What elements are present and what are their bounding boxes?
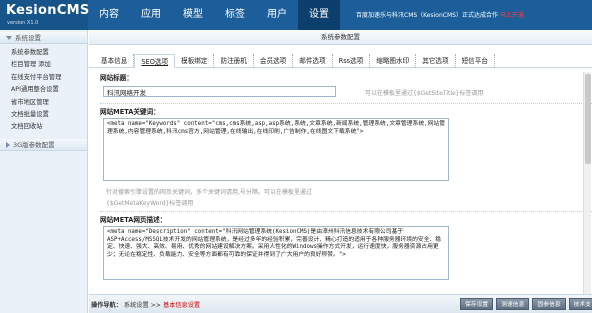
tab-other[interactable]: 其它选项 bbox=[416, 54, 456, 68]
footer-bar: 操作导航： 系统设置 >> 基本信息设置 保存设置 测速信息 固参信息 技术支 bbox=[89, 294, 592, 313]
tab-bar: 基本信息 SEO选项 模板绑定 防注册机 会员选项 邮件选项 Rss选项 缩略图… bbox=[89, 54, 592, 68]
top-notice-text[interactable]: 百度加速乐与科汛CMS（KesionCMS）正式达成合作 bbox=[356, 12, 498, 19]
tab-anti-register[interactable]: 防注册机 bbox=[214, 54, 254, 68]
sidebar-section-3g[interactable]: 3G版参数配置 bbox=[0, 138, 87, 151]
meta-description-label: 网站META网页描述： bbox=[100, 216, 167, 224]
breadcrumb-item[interactable]: 系统设置 bbox=[124, 302, 149, 309]
tab-seo[interactable]: SEO选项 bbox=[134, 54, 176, 68]
tab-template[interactable]: 模板绑定 bbox=[175, 54, 215, 68]
main-panel: 系统参数配置 基本信息 SEO选项 模板绑定 防注册机 会员选项 邮件选项 Rs… bbox=[89, 30, 592, 313]
tab-sms[interactable]: 短信平台 bbox=[456, 54, 495, 68]
nav-users[interactable]: 用户 bbox=[256, 0, 298, 30]
scrollbar-thumb[interactable] bbox=[585, 74, 591, 164]
divider bbox=[100, 211, 592, 212]
meta-keywords-textarea[interactable]: <meta name="Keywords" content="cms,cms系统… bbox=[103, 118, 449, 181]
logo: KesionCMS version X1.0 bbox=[0, 0, 90, 30]
nav-tags[interactable]: 标签 bbox=[214, 0, 256, 30]
nav-models[interactable]: 模型 bbox=[172, 0, 214, 30]
meta-keywords-hint: 针对搜索引擎设置的网页关键词，多个关键词请用,号分隔。可以在模板里通过 {$Ge… bbox=[106, 187, 592, 209]
breadcrumb: 操作导航： 系统设置 >> 基本信息设置 bbox=[91, 300, 200, 309]
tab-thumbnail[interactable]: 缩略图水印 bbox=[370, 54, 417, 68]
expand-icon bbox=[6, 141, 10, 148]
save-settings-button[interactable]: 保存设置 bbox=[460, 298, 494, 310]
sidebar-item-recycle[interactable]: 文档回收站 bbox=[0, 121, 87, 133]
top-notice: 百度加速乐与科汛CMS（KesionCMS）正式达成合作 马上开通 bbox=[356, 10, 524, 19]
site-title-label: 网站标题： bbox=[100, 74, 133, 82]
sidebar-section-system[interactable]: 系统设置 bbox=[0, 32, 87, 44]
sidebar: 系统设置 系统参数配置 栏目管理 添加 在线支付平台管理 API通用整合设置 省… bbox=[0, 30, 88, 313]
panel-title: 系统参数配置 bbox=[89, 30, 592, 45]
main-nav: 内容 应用 模型 标签 用户 设置 bbox=[88, 0, 340, 30]
test-info-button[interactable]: 测速信息 bbox=[496, 298, 530, 310]
nav-settings[interactable]: 设置 bbox=[298, 0, 340, 30]
meta-keywords-label: 网站META关键词： bbox=[100, 108, 160, 116]
meta-keywords-hint-line1: 针对搜索引擎设置的网页关键词，多个关键词请用,号分隔。可以在模板里通过 bbox=[106, 189, 312, 196]
tab-basic[interactable]: 基本信息 bbox=[95, 54, 135, 68]
seo-form: 网站标题： 可以在模板里通过{$GetSiteTitle}标签调用 网站META… bbox=[100, 72, 592, 298]
breadcrumb-separator: >> bbox=[150, 302, 161, 309]
sidebar-section-label: 3G版参数配置 bbox=[13, 140, 55, 149]
breadcrumb-label: 操作导航： bbox=[91, 302, 122, 309]
sidebar-item-batch[interactable]: 文档批量设置 bbox=[0, 109, 87, 121]
breadcrumb-current: 基本信息设置 bbox=[162, 302, 201, 309]
sidebar-item-system-params[interactable]: 系统参数配置 bbox=[0, 47, 87, 59]
divider bbox=[100, 103, 592, 104]
meta-description-textarea[interactable]: <meta name="Description" content="科汛网站管理… bbox=[103, 226, 449, 280]
site-title-hint: 可以在模板里通过{$GetSiteTitle}标签调用 bbox=[365, 90, 484, 97]
logo-version: version X1.0 bbox=[7, 20, 39, 26]
tab-member[interactable]: 会员选项 bbox=[254, 54, 294, 68]
sidebar-list: 系统参数配置 栏目管理 添加 在线支付平台管理 API通用整合设置 省市地区管理… bbox=[0, 44, 87, 137]
fixed-info-button[interactable]: 固参信息 bbox=[532, 298, 566, 310]
sidebar-item-api[interactable]: API通用整合设置 bbox=[0, 84, 87, 96]
sidebar-item-regions[interactable]: 省市地区管理 bbox=[0, 97, 87, 109]
scrollbar[interactable] bbox=[583, 72, 591, 294]
collapse-icon bbox=[6, 36, 12, 40]
top-notice-link[interactable]: 马上开通 bbox=[500, 12, 524, 19]
nav-apps[interactable]: 应用 bbox=[130, 0, 172, 30]
sidebar-item-column-manage[interactable]: 栏目管理 添加 bbox=[0, 59, 87, 71]
tech-support-button[interactable]: 技术支 bbox=[568, 298, 592, 310]
nav-content[interactable]: 内容 bbox=[88, 0, 130, 30]
sidebar-item-payment[interactable]: 在线支付平台管理 bbox=[0, 72, 87, 84]
sidebar-section-label: 系统设置 bbox=[15, 34, 41, 42]
site-title-row: 可以在模板里通过{$GetSiteTitle}标签调用 bbox=[100, 84, 592, 101]
logo-title: KesionCMS bbox=[6, 3, 90, 18]
footer-buttons: 保存设置 测速信息 固参信息 技术支 bbox=[460, 298, 592, 310]
site-title-input[interactable] bbox=[103, 86, 336, 97]
tab-rss[interactable]: Rss选项 bbox=[333, 54, 371, 68]
meta-keywords-hint-line2: {$GetMetaKeyWord}标签调用 bbox=[106, 200, 194, 207]
tab-mail[interactable]: 邮件选项 bbox=[293, 54, 333, 68]
top-bar: KesionCMS version X1.0 内容 应用 模型 标签 用户 设置… bbox=[0, 0, 592, 30]
